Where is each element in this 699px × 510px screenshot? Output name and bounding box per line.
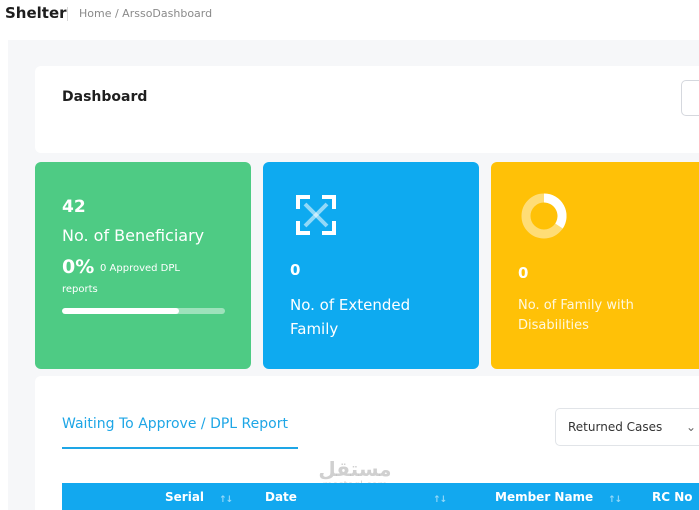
header-action-button[interactable] [681, 80, 699, 116]
watermark-arabic: مستقل [318, 457, 392, 481]
beneficiary-count: 42 [62, 197, 86, 217]
dpl-report-card: Waiting To Approve / DPL Report Returned… [35, 376, 699, 510]
reports-text: reports [62, 284, 98, 295]
sort-icon[interactable]: ↑↓ [608, 495, 622, 505]
case-filter-value: Returned Cases [568, 420, 663, 434]
brand-logo-text[interactable]: Shelter [5, 4, 67, 22]
beneficiary-stat-card[interactable]: 42 No. of Beneficiary 0% 0 Approved DPL … [35, 162, 251, 369]
extended-family-count: 0 [290, 261, 301, 279]
extended-family-stat-card[interactable]: 0 No. of Extended Family [263, 162, 479, 369]
approval-progress-bar [62, 308, 225, 314]
column-header-date[interactable]: Date [265, 490, 297, 504]
disabilities-label: No. of Family with Disabilities [518, 298, 634, 333]
column-header-serial[interactable]: Serial [165, 490, 204, 504]
dashboard-header-card: Dashboard [35, 66, 699, 153]
sort-icon[interactable]: ↑↓ [219, 495, 233, 505]
tab-waiting-approve[interactable]: Waiting To Approve / DPL Report [62, 416, 288, 432]
top-bar: Shelter Home / ArssoDashboard [0, 0, 699, 30]
sort-icon[interactable]: ↑↓ [433, 495, 447, 505]
extended-family-label: No. of Extended Family [290, 296, 411, 338]
breadcrumb: Home / ArssoDashboard [79, 7, 213, 20]
column-header-rc-no[interactable]: RC No [652, 490, 693, 504]
chevron-down-icon: ⌄ [685, 420, 696, 434]
expand-arrows-icon [296, 195, 336, 235]
column-header-member-name[interactable]: Member Name [495, 490, 593, 504]
approval-progress-fill [62, 308, 180, 314]
approved-percent: 0% [62, 256, 95, 278]
approved-dpl-text: 0 Approved DPL [100, 263, 180, 274]
beneficiary-label: No. of Beneficiary [62, 226, 205, 245]
table-header-row: Serial ↑↓ Date ↑↓ Member Name ↑↓ RC No [62, 483, 699, 510]
case-filter-select[interactable]: Returned Cases ⌄ [555, 408, 699, 446]
disabilities-count: 0 [518, 264, 529, 282]
page-title: Dashboard [62, 89, 148, 105]
donut-chart-icon [521, 193, 567, 239]
active-tab-indicator [62, 447, 298, 449]
disabilities-stat-card[interactable]: 0 No. of Family with Disabilities [491, 162, 699, 369]
breadcrumb-divider [67, 7, 68, 21]
